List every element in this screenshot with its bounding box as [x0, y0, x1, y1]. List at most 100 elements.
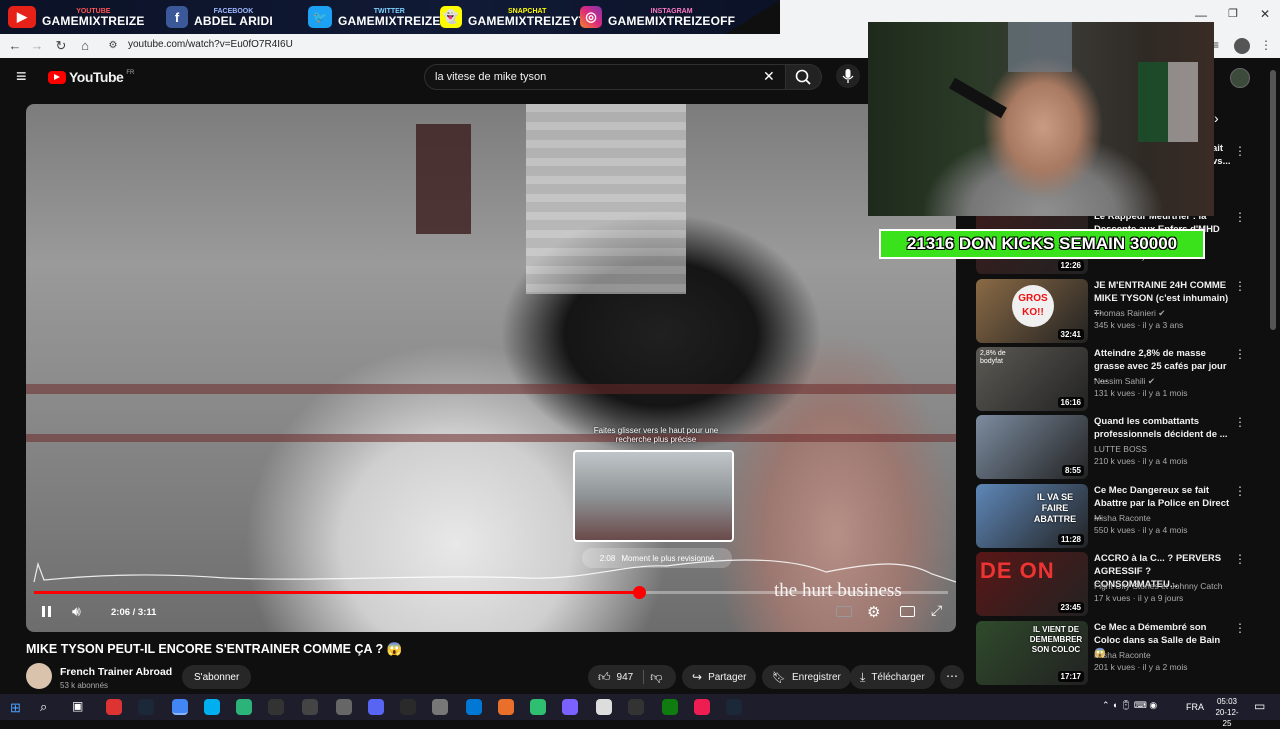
share-button[interactable]: ↪ Partager [682, 665, 757, 689]
discord-icon[interactable] [368, 699, 384, 715]
video-thumbnail: DE ON 23:45 [976, 552, 1088, 616]
more-vert-icon[interactable]: ⋮ [1234, 348, 1246, 360]
back-arrow-icon[interactable]: ← [6, 37, 24, 55]
site-info-icon[interactable]: ⚙ [104, 37, 122, 55]
youtube-logo[interactable]: YouTube FR [48, 69, 134, 85]
account-avatar-icon[interactable] [1230, 68, 1250, 88]
video-scene-window [416, 124, 471, 234]
voice-search-button[interactable] [836, 64, 860, 88]
skype-icon[interactable] [204, 699, 220, 715]
taskbar-app-icon[interactable] [530, 699, 546, 715]
forward-arrow-icon[interactable]: → [28, 37, 46, 55]
more-vert-icon[interactable]: ⋮ [1234, 280, 1246, 292]
more-vert-icon[interactable]: ⋮ [1234, 144, 1246, 158]
steam-icon[interactable] [138, 699, 154, 715]
more-vert-icon[interactable]: ⋮ [1234, 485, 1246, 497]
list-item[interactable]: DE ON 23:45 ACCRO à la C... ? PERVERS AG… [976, 552, 1266, 616]
more-vert-icon[interactable]: ⋮ [1234, 622, 1246, 634]
chips-next-icon[interactable]: › [1214, 110, 1219, 126]
obs-icon[interactable] [400, 699, 416, 715]
chrome-icon[interactable] [172, 699, 188, 715]
save-button[interactable]: 🔖︎ Enregistrer [762, 665, 851, 689]
more-actions-button[interactable]: ⋯ [940, 665, 964, 689]
taskbar-app-icon[interactable] [562, 699, 578, 715]
list-item[interactable]: 8:55 Quand les combattants professionnel… [976, 415, 1266, 479]
language-indicator[interactable]: FRA [1186, 702, 1204, 712]
clock[interactable]: 05:03 20-12-25 [1212, 696, 1242, 729]
more-vert-icon[interactable]: ⋮ [1234, 553, 1246, 565]
clear-search-icon[interactable]: ✕ [763, 68, 775, 85]
instagram-logo-icon: ◎ [580, 6, 602, 28]
taskbar-app-icon[interactable] [432, 699, 448, 715]
video-thumbnail: IL VA SE FAIRE ABATTRE 11:28 [976, 484, 1088, 548]
task-view-icon[interactable]: ▣ [72, 699, 83, 713]
notification-icon[interactable]: ▭ [1254, 699, 1265, 713]
related-video-channel: Nassim Sahili ✔ [1094, 376, 1155, 386]
social-twitter: 🐦 TWITTER GAMEMIXTREIZE [308, 4, 441, 30]
list-item[interactable]: 2,8% de bodyfat 16:16 Atteindre 2,8% de … [976, 347, 1266, 411]
scrubber-handle[interactable] [633, 586, 647, 599]
list-item[interactable]: IL VA SE FAIRE ABATTRE 11:28 Ce Mec Dang… [976, 484, 1266, 548]
url-text[interactable]: youtube.com/watch?v=Eu0fO7R4I6U [128, 39, 293, 50]
miniplayer-icon[interactable] [900, 606, 915, 617]
minimize-icon[interactable]: — [1195, 8, 1207, 22]
xbox-icon[interactable] [662, 699, 678, 715]
like-button[interactable]: 👍︎ 947 [598, 670, 633, 685]
edge-icon[interactable] [466, 699, 482, 715]
channel-avatar[interactable] [26, 663, 52, 689]
search-input[interactable]: la vitese de mike tyson ✕ [424, 64, 786, 90]
subtitles-icon[interactable] [836, 606, 852, 617]
taskbar-app-icon[interactable] [302, 699, 318, 715]
progress-fill [34, 591, 640, 594]
reload-icon[interactable]: ↻ [52, 37, 70, 55]
social-handle: GAMEMIXTREIZEOFF [608, 13, 736, 28]
list-item[interactable]: IL VIENT DE DEMEMBRER SON COLOC 17:17 Ce… [976, 621, 1266, 685]
microphone-icon [842, 69, 854, 83]
thumbs-down-icon: 👎︎ [650, 669, 663, 684]
taskbar-app-icon[interactable] [106, 699, 122, 715]
download-button[interactable]: ⤓ Télécharger [850, 665, 935, 689]
settings-gear-icon[interactable]: ⚙ [867, 603, 880, 621]
fullscreen-icon[interactable]: ⤢ [931, 602, 942, 619]
taskbar-app-icon[interactable] [596, 699, 612, 715]
more-vert-icon[interactable]: ⋮ [1260, 38, 1272, 52]
restore-icon[interactable]: ❐ [1228, 7, 1238, 20]
dislike-button[interactable]: 👎︎ [650, 670, 662, 685]
taskbar-search-icon[interactable]: ⌕ [40, 699, 47, 715]
subscribe-label: S'abonner [194, 671, 240, 683]
hamburger-menu-icon[interactable]: ≡ [16, 67, 27, 85]
page-scrollbar[interactable] [1270, 70, 1276, 330]
search-button[interactable] [786, 64, 822, 90]
subscribe-button[interactable]: S'abonner [182, 665, 252, 689]
social-handle: GAMEMIXTREIZEYT [468, 13, 587, 28]
more-vert-icon[interactable]: ⋮ [1234, 416, 1246, 428]
taskbar-app-icon[interactable] [498, 699, 514, 715]
video-player[interactable]: Faites glisser vers le haut pour une rec… [26, 104, 956, 632]
social-handle: GAMEMIXTREIZE [42, 13, 145, 28]
thumbnail-caption: GROS KO!! [1012, 285, 1054, 327]
taskbar-app-icon[interactable] [236, 699, 252, 715]
thumbnail-caption: IL VIENT DE DEMEMBRER SON COLOC [1029, 625, 1083, 654]
sidebar-partial-title: ait vs... [1212, 143, 1231, 167]
country-code: FR [126, 70, 135, 76]
windows-start-icon[interactable]: ⊞ [10, 700, 21, 716]
verified-icon: ✔ [1158, 308, 1166, 318]
home-icon[interactable]: ⌂ [76, 37, 94, 55]
tiktok-icon[interactable] [694, 699, 710, 715]
system-tray-icons[interactable]: ⌃ ◖ 🔋︎ ⌨ ◉ [1102, 700, 1157, 711]
list-item[interactable]: GROS KO!! 32:41 JE M'ENTRAINE 24H COMME … [976, 279, 1266, 343]
taskbar-app-icon[interactable] [628, 699, 644, 715]
related-video-channel: Misha Raconte [1094, 513, 1151, 523]
pause-button[interactable] [40, 604, 54, 620]
more-vert-icon[interactable]: ⋮ [1234, 211, 1246, 223]
taskbar-app-icon[interactable] [336, 699, 352, 715]
volume-icon[interactable]: 🔊︎ [72, 603, 81, 620]
steam-icon[interactable] [726, 699, 742, 715]
channel-name[interactable]: French Trainer Abroad [60, 666, 172, 678]
epic-games-icon[interactable] [268, 699, 284, 715]
social-banner: ▶ YOUTUBE GAMEMIXTREIZE f FACEBOOK ABDEL A… [0, 0, 780, 34]
profile-avatar-icon[interactable] [1234, 38, 1250, 54]
video-watermark: the hurt business [774, 580, 902, 601]
close-window-icon[interactable]: ✕ [1260, 7, 1270, 21]
youtube-logo-icon: ▶ [8, 6, 36, 28]
